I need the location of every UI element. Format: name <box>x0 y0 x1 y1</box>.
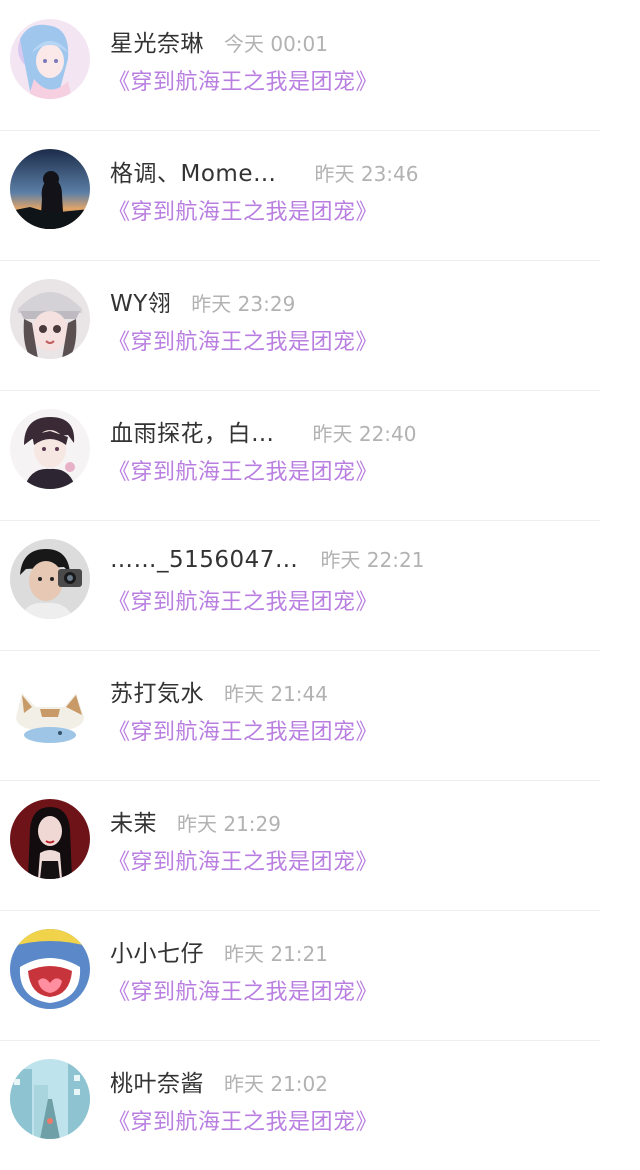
contact-name: ……_5156047… <box>110 547 299 573</box>
message-time: 昨天 22:40 <box>312 422 417 446</box>
message-list: 星光奈琳 今天 00:01 《穿到航海王之我是团宠》 格调、Mome… 昨天 2… <box>0 0 640 1170</box>
message-preview: 《穿到航海王之我是团宠》 <box>108 850 379 875</box>
message-preview: 《穿到航海王之我是团宠》 <box>108 330 379 355</box>
message-preview: 《穿到航海王之我是团宠》 <box>108 70 379 95</box>
city-street-avatar[interactable] <box>10 1059 90 1139</box>
list-item[interactable]: ……_5156047… 昨天 22:21 《穿到航海王之我是团宠》 <box>0 520 640 650</box>
message-time: 昨天 22:21 <box>320 548 425 572</box>
message-time: 昨天 21:29 <box>177 812 281 836</box>
list-item[interactable]: 星光奈琳 今天 00:01 《穿到航海王之我是团宠》 <box>0 0 640 130</box>
anime-girl-pastel-avatar[interactable] <box>10 19 90 99</box>
list-item[interactable]: 未茉 昨天 21:29 《穿到航海王之我是团宠》 <box>0 780 640 910</box>
list-item[interactable]: 格调、Mome… 昨天 23:46 《穿到航海王之我是团宠》 <box>0 130 640 260</box>
message-preview: 《穿到航海王之我是团宠》 <box>108 1110 379 1135</box>
boy-camera-avatar[interactable] <box>10 539 90 619</box>
list-item[interactable]: 桃叶奈酱 昨天 21:02 《穿到航海王之我是团宠》 <box>0 1040 640 1170</box>
contact-name: WY翎 <box>110 291 172 317</box>
message-time: 昨天 21:44 <box>224 682 328 706</box>
contact-name: 格调、Mome… <box>110 161 277 187</box>
message-time: 昨天 21:02 <box>224 1072 328 1096</box>
message-time: 昨天 23:46 <box>314 162 419 186</box>
contact-name: 苏打気水 <box>110 681 204 707</box>
message-preview: 《穿到航海王之我是团宠》 <box>108 590 379 615</box>
anime-girl-cap-avatar[interactable] <box>10 279 90 359</box>
message-preview: 《穿到航海王之我是团宠》 <box>108 720 379 745</box>
anime-boy-avatar[interactable] <box>10 409 90 489</box>
silhouette-sunset-avatar[interactable] <box>10 149 90 229</box>
contact-name: 桃叶奈酱 <box>110 1071 204 1097</box>
cat-fish-avatar[interactable] <box>10 669 90 749</box>
message-time: 昨天 23:29 <box>191 292 296 316</box>
message-time: 今天 00:01 <box>224 32 328 56</box>
cartoon-mouth-avatar[interactable] <box>10 929 90 1009</box>
message-preview: 《穿到航海王之我是团宠》 <box>108 460 379 485</box>
contact-name: 血雨探花，白… <box>110 421 275 447</box>
contact-name: 未茉 <box>110 811 157 837</box>
dark-girl-avatar[interactable] <box>10 799 90 879</box>
list-item[interactable]: 血雨探花，白… 昨天 22:40 《穿到航海王之我是团宠》 <box>0 390 640 520</box>
message-preview: 《穿到航海王之我是团宠》 <box>108 980 379 1005</box>
message-time: 昨天 21:21 <box>224 942 328 966</box>
list-item[interactable]: 苏打気水 昨天 21:44 《穿到航海王之我是团宠》 <box>0 650 640 780</box>
list-item[interactable]: 小小七仔 昨天 21:21 《穿到航海王之我是团宠》 <box>0 910 640 1040</box>
message-preview: 《穿到航海王之我是团宠》 <box>108 200 379 225</box>
contact-name: 小小七仔 <box>110 941 204 967</box>
contact-name: 星光奈琳 <box>110 31 204 57</box>
list-item[interactable]: WY翎 昨天 23:29 《穿到航海王之我是团宠》 <box>0 260 640 390</box>
